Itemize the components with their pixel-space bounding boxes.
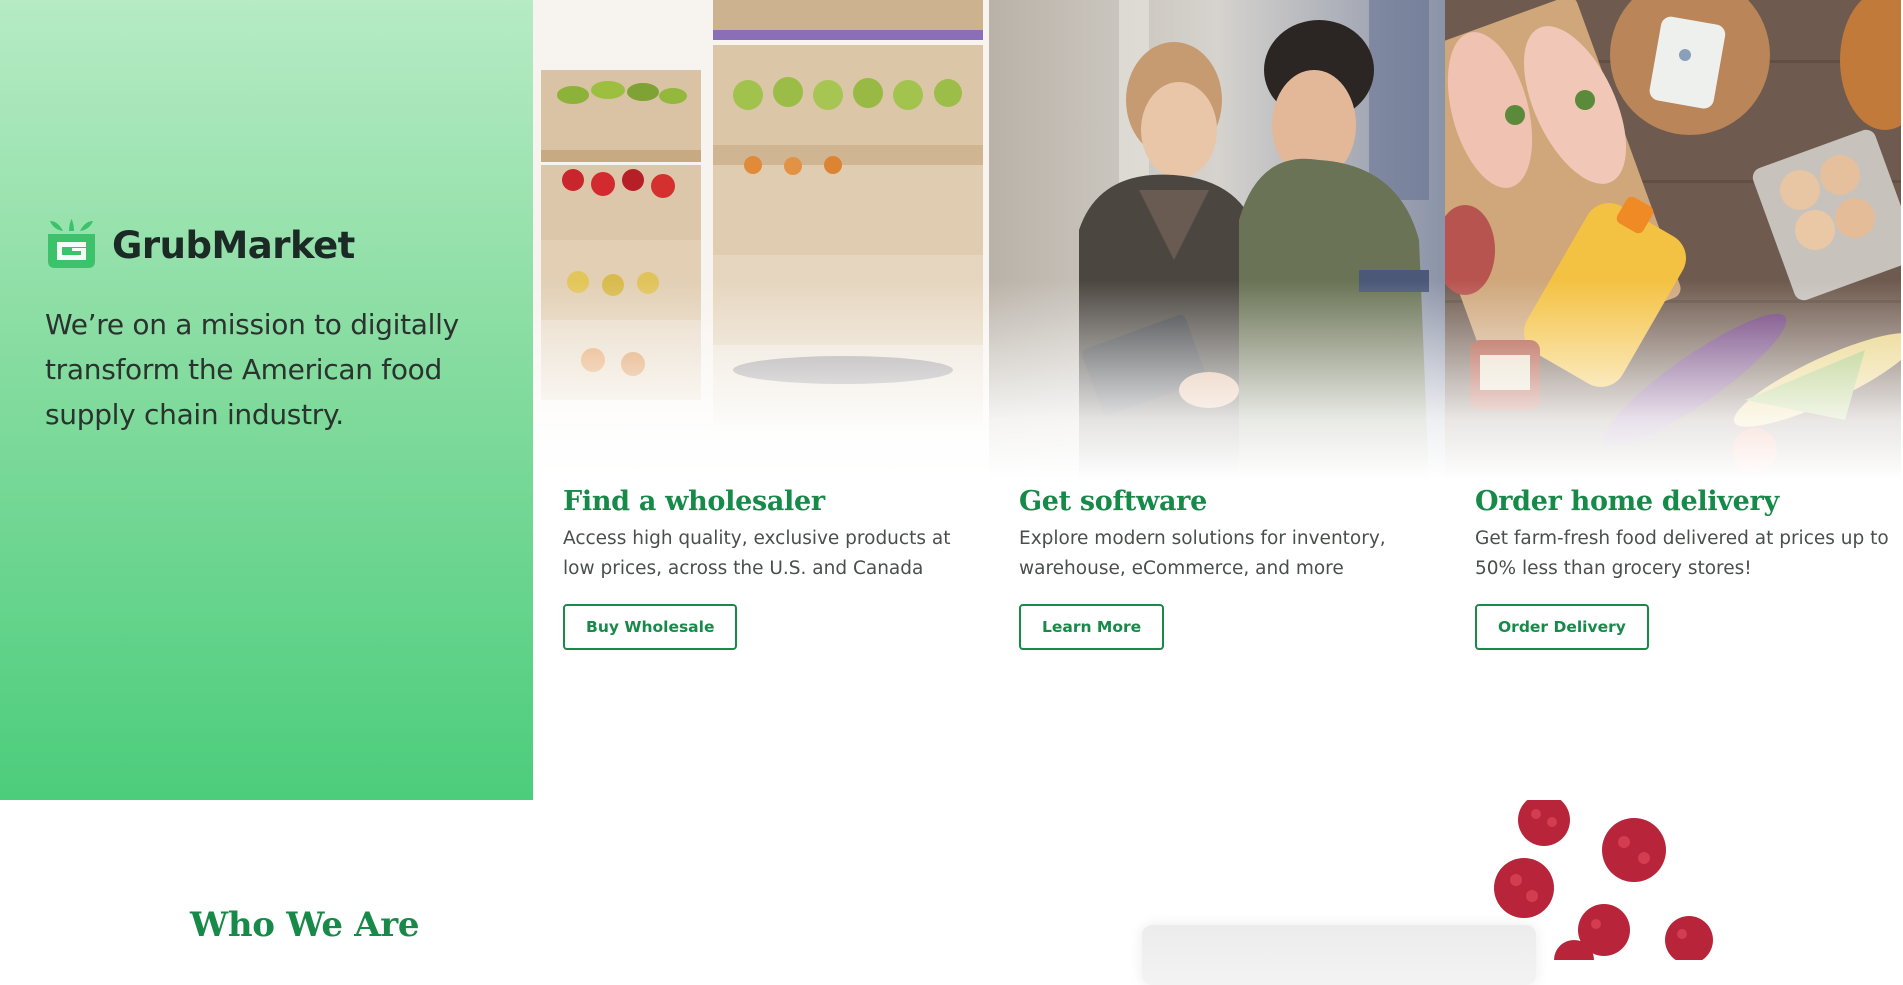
card-description: Get farm-fresh food delivered at prices …	[1475, 528, 1889, 579]
card-title: Get software	[1019, 486, 1207, 517]
card-description: Explore modern solutions for inventory, …	[1019, 528, 1386, 579]
warehouse-workers-tablet-photo	[989, 0, 1445, 480]
produce-crates-photo	[533, 0, 989, 480]
learn-more-button[interactable]: Learn More	[1019, 604, 1165, 650]
section-title-who-we-are: Who We Are	[190, 905, 420, 945]
groceries-on-table-photo	[1445, 0, 1901, 480]
order-delivery-button[interactable]: Order Delivery	[1475, 604, 1649, 650]
content-card	[1142, 925, 1536, 985]
card-software: Get software Explore modern solutions fo…	[989, 0, 1445, 800]
card-title: Order home delivery	[1475, 486, 1779, 517]
brand-logo[interactable]: GrubMarket	[45, 217, 355, 274]
card-wholesaler: Find a wholesaler Access high quality, e…	[533, 0, 989, 800]
basket-sprout-icon	[45, 217, 98, 274]
card-description: Access high quality, exclusive products …	[563, 528, 951, 579]
card-home-delivery: Order home delivery Get farm-fresh food …	[1445, 0, 1901, 800]
hero-panel: GrubMarket We’re on a mission to digital…	[0, 0, 533, 800]
mission-statement: We’re on a mission to digitally transfor…	[45, 308, 459, 431]
buy-wholesale-button[interactable]: Buy Wholesale	[563, 604, 738, 650]
card-title: Find a wholesaler	[563, 486, 825, 517]
brand-name: GrubMarket	[112, 224, 355, 267]
